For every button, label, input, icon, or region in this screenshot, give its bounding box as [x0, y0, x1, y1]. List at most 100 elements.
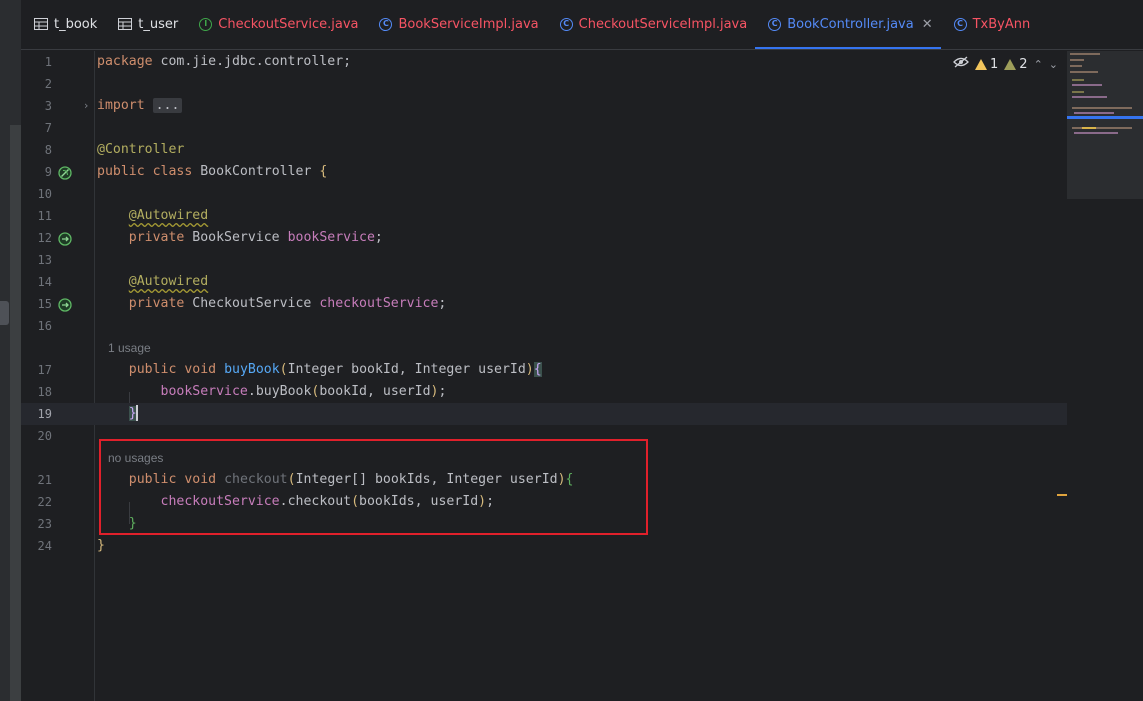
class-icon: C	[379, 17, 393, 31]
table-icon	[118, 18, 133, 30]
code-line: 7	[21, 117, 1067, 139]
code-line: 13	[21, 249, 1067, 271]
tab-label: TxByAnn	[972, 16, 1031, 32]
code-text: public void checkout(Integer[] bookIds, …	[128, 472, 574, 487]
tab-label: t_user	[138, 16, 179, 32]
code-text: public class BookController {	[97, 164, 328, 179]
line-number: 21	[37, 473, 52, 487]
code-line: 9 public class BookController {	[21, 161, 1067, 183]
code-text: package com.jie.jdbc.controller;	[97, 54, 352, 69]
code-text: }	[128, 405, 138, 421]
weak-warning-icon	[1004, 58, 1017, 70]
code-line: 22 checkoutService.checkout(bookIds, use…	[21, 491, 1067, 513]
code-line: 17 public void buyBook(Integer bookId, I…	[21, 359, 1067, 381]
class-icon: C	[768, 17, 782, 31]
code-text: }	[128, 516, 137, 531]
code-text: bookService.buyBook(bookId, userId);	[160, 384, 447, 399]
line-number: 22	[37, 495, 52, 509]
code-text: @Autowired	[128, 208, 209, 223]
weak-warning-count[interactable]: 2	[1004, 57, 1028, 72]
code-line: 14 @Autowired	[21, 271, 1067, 293]
code-line: 8 @Controller	[21, 139, 1067, 161]
folded-imports[interactable]: ...	[152, 98, 183, 113]
line-number: 18	[37, 385, 52, 399]
table-icon	[34, 18, 48, 30]
reader-mode-icon[interactable]	[953, 56, 969, 72]
code-line: 10	[21, 183, 1067, 205]
class-icon: C	[559, 17, 573, 31]
line-number: 20	[37, 429, 52, 443]
tab-checkout-service-impl[interactable]: C CheckoutServiceImpl.java	[547, 0, 756, 49]
code-text: }	[97, 538, 105, 553]
line-number: 12	[37, 231, 52, 245]
code-text: @Controller	[97, 142, 185, 157]
warning-count[interactable]: 1	[975, 57, 998, 72]
fold-expand-icon[interactable]: ›	[84, 95, 88, 117]
editor-tab-bar: t_book t_user I CheckoutService.java C B…	[21, 0, 1143, 50]
code-editor[interactable]: 1 package com.jie.jdbc.controller; 2 3 ›…	[0, 51, 1067, 701]
close-icon[interactable]: ✕	[922, 17, 933, 32]
line-number: 2	[44, 77, 52, 91]
inspection-widget[interactable]: 1 2 ⌃ ⌄	[953, 55, 1058, 73]
line-number: 13	[37, 253, 52, 267]
code-text: @Autowired	[128, 274, 209, 289]
warning-stripe-marker[interactable]	[1057, 494, 1067, 496]
code-line: 1 package com.jie.jdbc.controller;	[21, 51, 1067, 73]
line-number: 14	[37, 275, 52, 289]
tab-checkout-service[interactable]: I CheckoutService.java	[186, 0, 366, 49]
tab-label: CheckoutServiceImpl.java	[578, 16, 748, 32]
code-text: checkoutService.checkout(bookIds, userId…	[160, 494, 495, 509]
line-number: 8	[44, 143, 52, 157]
tab-book-controller[interactable]: C BookController.java ✕	[755, 0, 942, 49]
code-line: 21 public void checkout(Integer[] bookId…	[21, 469, 1067, 491]
code-line: 15 private CheckoutService checkoutServi…	[21, 293, 1067, 315]
tab-label: BookServiceImpl.java	[398, 16, 539, 32]
code-line: 20	[21, 425, 1067, 447]
line-number: 1	[44, 55, 52, 69]
text-caret	[135, 405, 138, 421]
tab-label: t_book	[54, 16, 98, 32]
code-line: 3 › import ...	[21, 95, 1067, 117]
usage-hint[interactable]: 1 usage	[108, 337, 151, 359]
line-number: 16	[37, 319, 52, 333]
code-line-current: 19 }	[21, 403, 1067, 425]
chevron-up-icon[interactable]: ⌃	[1034, 58, 1043, 71]
chevron-down-icon[interactable]: ⌄	[1049, 58, 1058, 71]
code-text: public void buyBook(Integer bookId, Inte…	[128, 362, 542, 377]
warning-icon	[975, 58, 987, 70]
interface-icon: I	[199, 17, 213, 31]
usage-hint: no usages	[108, 451, 164, 465]
tab-label: CheckoutService.java	[218, 16, 359, 32]
code-line: 23 }	[21, 513, 1067, 535]
line-number: 19	[37, 407, 52, 421]
tab-t-book[interactable]: t_book	[21, 0, 105, 49]
code-line: 18 bookService.buyBook(bookId, userId);	[21, 381, 1067, 403]
tab-book-service-impl[interactable]: C BookServiceImpl.java	[366, 0, 546, 49]
line-number: 15	[37, 297, 52, 311]
spring-autowired-icon[interactable]	[58, 231, 72, 246]
code-minimap[interactable]	[1067, 51, 1143, 199]
spring-autowired-icon[interactable]	[58, 297, 72, 312]
line-number: 24	[37, 539, 52, 553]
code-line: 11 @Autowired	[21, 205, 1067, 227]
line-number: 10	[37, 187, 52, 201]
line-number: 17	[37, 363, 52, 377]
spring-bean-icon[interactable]	[58, 165, 72, 180]
line-number: 11	[37, 209, 52, 223]
code-line: 16	[21, 315, 1067, 337]
editor-right-gutter	[1067, 199, 1143, 701]
code-line: 24 }	[21, 535, 1067, 557]
class-icon: C	[953, 17, 967, 31]
line-number: 7	[44, 121, 52, 135]
code-text: import ...	[97, 95, 183, 117]
code-text: private CheckoutService checkoutService;	[128, 296, 447, 311]
tab-t-user[interactable]: t_user	[105, 0, 186, 49]
code-line: 2	[21, 73, 1067, 95]
code-line: 12 private BookService bookService;	[21, 227, 1067, 249]
line-number: 23	[37, 517, 52, 531]
code-text: private BookService bookService;	[128, 230, 383, 245]
line-number: 9	[44, 165, 52, 179]
tab-tx-by-ann[interactable]: C TxByAnn	[941, 0, 1039, 49]
line-number: 3	[44, 99, 52, 113]
tab-label: BookController.java	[787, 16, 914, 32]
